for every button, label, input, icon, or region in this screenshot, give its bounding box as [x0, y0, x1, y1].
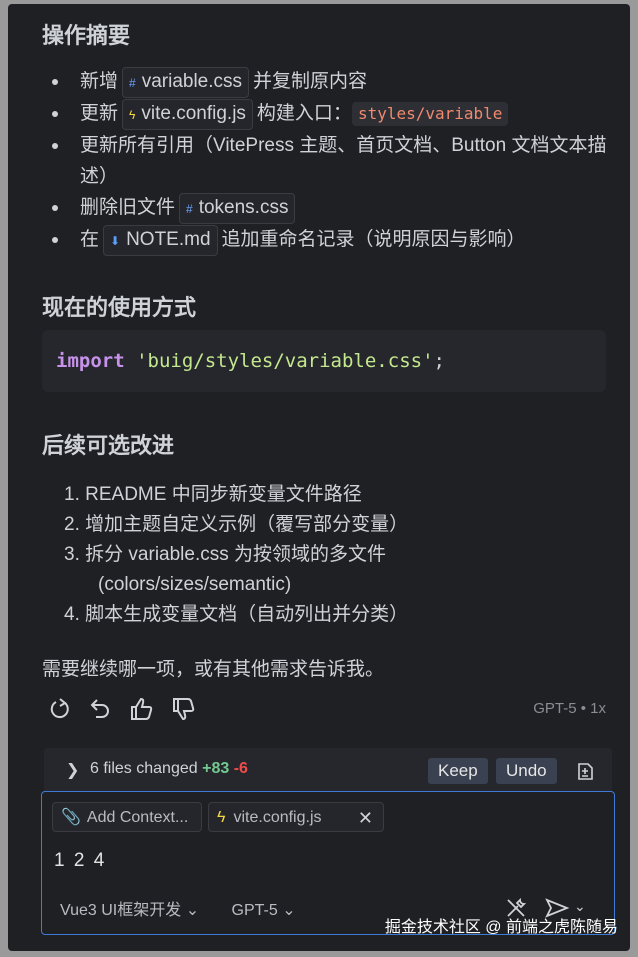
css-file-icon: #	[129, 76, 136, 90]
composer-options: Vue3 UI框架开发 ⌄ GPT-5 ⌄	[60, 896, 296, 920]
closing-text: 需要继续哪一项，或有其他需求告诉我。	[42, 659, 385, 680]
code-block: import 'buig/styles/variable.css';	[42, 330, 606, 392]
thumbs-up-icon[interactable]	[126, 694, 156, 724]
js-file-icon: ϟ	[129, 108, 136, 122]
model-selector[interactable]: GPT-5 ⌄	[232, 902, 296, 919]
keep-button[interactable]: Keep	[428, 758, 488, 784]
chevron-down-icon: ⌄	[282, 902, 296, 919]
list-item: 在 ⬇ NOTE.md 追加重命名记录（说明原因与影响）	[46, 224, 616, 256]
files-changed[interactable]: 6 files changed +83 -6	[90, 760, 248, 778]
context-file-chip[interactable]: ϟ vite.config.js ✕	[208, 802, 384, 832]
css-file-icon: #	[186, 202, 193, 216]
file-chip[interactable]: ⬇ NOTE.md	[103, 225, 218, 256]
summary-heading: 操作摘要	[42, 23, 131, 48]
chat-panel: 操作摘要 新增 # variable.css 并复制原内容 更新 ϟ vite.confi…	[8, 4, 630, 951]
list-item: 更新 ϟ vite.config.js 构建入口： styles/variable	[46, 98, 616, 130]
typed-text: 1 2 4	[54, 850, 107, 871]
list-item: 新增 # variable.css 并复制原内容	[46, 66, 616, 98]
close-icon[interactable]: ✕	[358, 803, 373, 833]
file-chip[interactable]: # variable.css	[122, 67, 250, 98]
add-context-button[interactable]: 📎 Add Context...	[52, 802, 202, 832]
file-chip[interactable]: # tokens.css	[179, 193, 296, 224]
chevron-down-icon: ⌄	[185, 902, 200, 919]
list-item: 删除旧文件 # tokens.css	[46, 192, 616, 224]
changes-bar: ❯ 6 files changed +83 -6 Keep Undo	[44, 748, 612, 792]
summary-list: 新增 # variable.css 并复制原内容 更新 ϟ vite.config.js 构…	[46, 66, 616, 256]
watermark: 掘金技术社区 @ 前端之虎陈随易	[384, 919, 618, 936]
list-item: 4. 脚本生成变量文档（自动列出并分类）	[64, 604, 409, 625]
usage-heading: 现在的使用方式	[42, 295, 197, 320]
markdown-file-icon: ⬇	[110, 234, 121, 248]
list-item: 1. README 中同步新变量文件路径	[64, 484, 362, 505]
model-tag: GPT-5 • 1x	[533, 700, 606, 717]
undo-button[interactable]: Undo	[496, 758, 557, 784]
js-file-icon: ϟ	[217, 809, 226, 826]
feedback-bar: GPT-5 • 1x	[44, 694, 614, 724]
thumbs-down-icon[interactable]	[168, 694, 198, 724]
inline-code: styles/variable	[351, 102, 509, 126]
retry-icon[interactable]	[44, 694, 74, 724]
mode-selector[interactable]: Vue3 UI框架开发 ⌄	[60, 902, 199, 919]
file-chip[interactable]: ϟ vite.config.js	[122, 99, 253, 130]
list-item: 更新所有引用（VitePress 主题、首页文档、Button 文档文本描述）	[46, 130, 616, 192]
diff-view-icon[interactable]	[574, 760, 596, 782]
paperclip-icon: 📎	[61, 809, 81, 826]
next-heading: 后续可选改进	[42, 433, 175, 458]
list-item: 3. 拆分 variable.css 为按领域的多文件 (colors/sizes…	[64, 544, 387, 595]
undo-icon[interactable]	[84, 694, 114, 724]
steps-list: 1. README 中同步新变量文件路径 2. 增加主题自定义示例（覆写部分变量…	[64, 480, 604, 630]
chevron-right-icon[interactable]: ❯	[66, 760, 79, 780]
list-item: 2. 增加主题自定义示例（覆写部分变量）	[64, 514, 409, 535]
